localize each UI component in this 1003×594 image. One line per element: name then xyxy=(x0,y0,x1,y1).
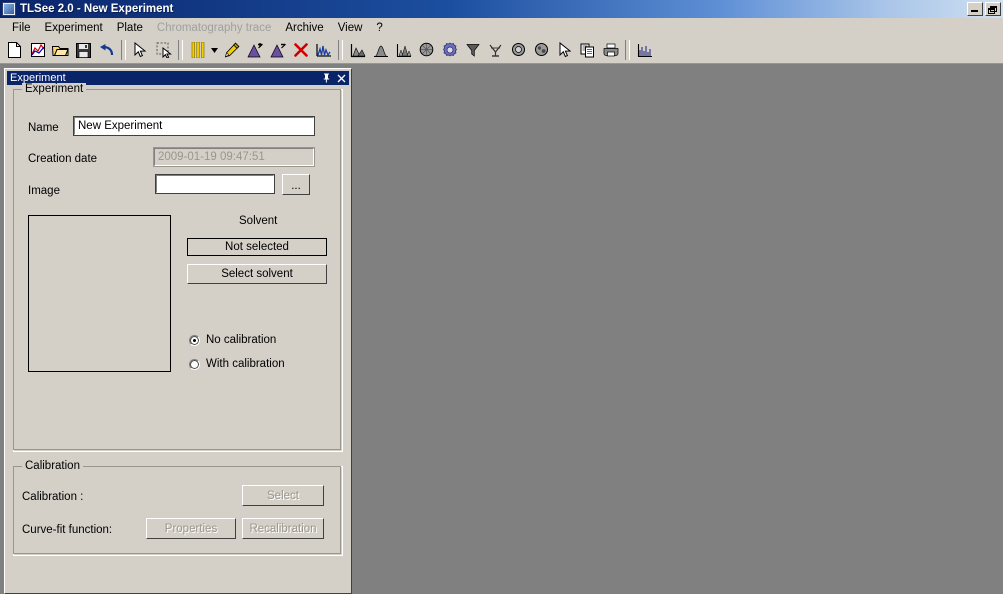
experiment-dock-panel: Experiment Experiment Name New Experimen… xyxy=(4,68,352,594)
peak-remove-icon[interactable] xyxy=(266,39,289,61)
radio-dot-with-calibration xyxy=(189,358,200,370)
peak-add-icon[interactable] xyxy=(243,39,266,61)
select-calibration-button: Select xyxy=(242,485,324,506)
creation-date-label: Creation date xyxy=(28,153,98,165)
peak-single-icon[interactable] xyxy=(369,39,392,61)
menu-item-view[interactable]: View xyxy=(331,20,370,36)
window-titlebar: TLSee 2.0 - New Experiment xyxy=(0,0,1003,18)
menu-item-chromatography-trace: Chromatography trace xyxy=(156,21,272,34)
window-controls xyxy=(967,2,1001,16)
separator-2 xyxy=(178,40,183,60)
radio-label-no-calibration: No calibration xyxy=(206,334,277,346)
experiment-groupbox-legend: Experiment xyxy=(22,83,87,95)
calibration-label: Calibration : xyxy=(22,491,84,503)
picker-arrow-icon[interactable] xyxy=(553,39,576,61)
copy-icon[interactable] xyxy=(576,39,599,61)
spot-measure-icon[interactable] xyxy=(530,39,553,61)
peak-multi-icon[interactable] xyxy=(392,39,415,61)
delete-cross-icon[interactable] xyxy=(289,39,312,61)
filter-funnel-icon[interactable] xyxy=(461,39,484,61)
image-input[interactable] xyxy=(155,174,275,194)
pin-icon[interactable] xyxy=(319,72,334,85)
main-toolbar xyxy=(0,37,1003,64)
recalibration-button: Recalibration xyxy=(242,518,324,539)
radio-label-with-calibration: With calibration xyxy=(206,358,285,370)
image-label: Image xyxy=(28,185,60,197)
minimize-button[interactable] xyxy=(967,2,983,16)
radio-no-calibration[interactable]: No calibration xyxy=(189,334,276,346)
pencil-edit-icon[interactable] xyxy=(220,39,243,61)
print-icon[interactable] xyxy=(599,39,622,61)
spot-detect-icon[interactable] xyxy=(415,39,438,61)
properties-button: Properties xyxy=(146,518,236,539)
new-experiment-chart-icon[interactable] xyxy=(26,39,49,61)
chromatogram-icon[interactable] xyxy=(312,39,335,61)
calibration-groupbox: Calibration Calibration : Select Curve-f… xyxy=(13,460,343,556)
creation-date-value: 2009-01-19 09:47:51 xyxy=(153,147,315,167)
histogram-icon[interactable] xyxy=(633,39,656,61)
solvent-status: Not selected xyxy=(187,238,327,256)
radio-with-calibration[interactable]: With calibration xyxy=(189,358,285,370)
menu-item-help[interactable]: ? xyxy=(369,20,389,36)
open-folder-icon[interactable] xyxy=(49,39,72,61)
restore-button[interactable] xyxy=(985,2,1001,16)
name-label: Name xyxy=(28,122,59,134)
save-disk-icon[interactable] xyxy=(72,39,95,61)
app-icon xyxy=(2,2,16,16)
separator-3 xyxy=(338,40,343,60)
image-browse-button[interactable]: ... xyxy=(282,174,310,195)
menu-item-archive[interactable]: Archive xyxy=(278,20,330,36)
image-preview-box[interactable] xyxy=(28,215,171,372)
marquee-select-icon[interactable] xyxy=(152,39,175,61)
select-solvent-button[interactable]: Select solvent xyxy=(187,264,327,284)
lanes-dropdown-arrow-icon[interactable] xyxy=(209,39,220,61)
integrate-icon[interactable] xyxy=(484,39,507,61)
new-document-icon[interactable] xyxy=(3,39,26,61)
lanes-icon[interactable] xyxy=(186,39,209,61)
close-icon[interactable] xyxy=(334,72,349,85)
curve-fit-function-label: Curve-fit function: xyxy=(22,524,113,536)
window-title: TLSee 2.0 - New Experiment xyxy=(20,3,174,15)
gear-settings-icon[interactable] xyxy=(438,39,461,61)
experiment-groupbox: Experiment Name New Experiment Creation … xyxy=(13,83,343,452)
menu-bar: File Experiment Plate Chromatography tra… xyxy=(0,18,1003,37)
application-window: TLSee 2.0 - New Experiment File Experime… xyxy=(0,0,1003,594)
menu-item-file[interactable]: File xyxy=(5,20,38,36)
calibration-groupbox-legend: Calibration xyxy=(22,460,83,472)
separator-4 xyxy=(625,40,630,60)
zoom-spot-icon[interactable] xyxy=(507,39,530,61)
separator-1 xyxy=(121,40,126,60)
radio-dot-no-calibration xyxy=(189,334,200,346)
solvent-label: Solvent xyxy=(239,215,278,227)
menu-item-plate[interactable]: Plate xyxy=(110,20,150,36)
menu-item-experiment[interactable]: Experiment xyxy=(38,20,110,36)
undo-icon[interactable] xyxy=(95,39,118,61)
baseline-left-icon[interactable] xyxy=(346,39,369,61)
pointer-arrow-icon[interactable] xyxy=(129,39,152,61)
name-input[interactable]: New Experiment xyxy=(73,116,315,136)
